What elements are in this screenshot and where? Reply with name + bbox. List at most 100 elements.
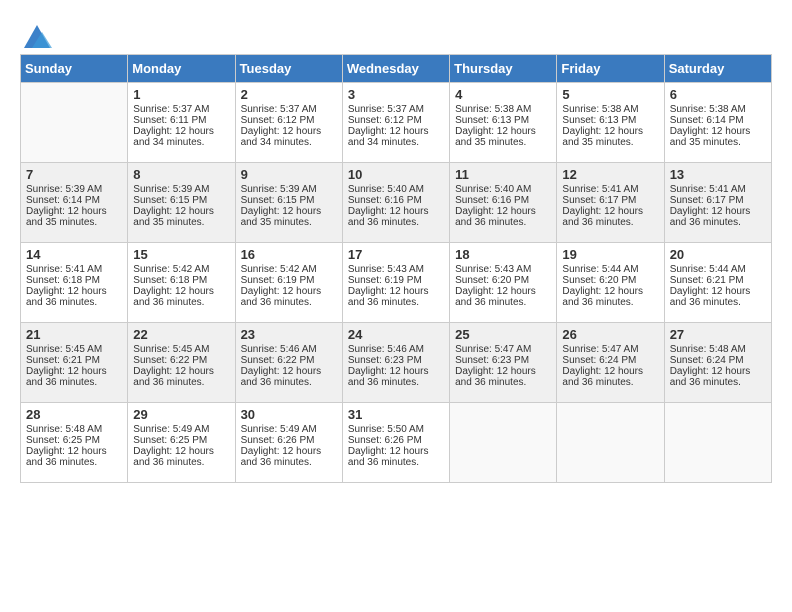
sunset-text: Sunset: 6:18 PM (133, 275, 229, 286)
sunset-text: Sunset: 6:25 PM (133, 435, 229, 446)
day-number: 13 (670, 167, 766, 182)
day-number: 17 (348, 247, 444, 262)
sunset-text: Sunset: 6:16 PM (455, 195, 551, 206)
sunset-text: Sunset: 6:24 PM (562, 355, 658, 366)
daylight-text: Daylight: 12 hours and 34 minutes. (241, 126, 337, 148)
sunset-text: Sunset: 6:16 PM (348, 195, 444, 206)
calendar-day-cell: 1Sunrise: 5:37 AMSunset: 6:11 PMDaylight… (128, 83, 235, 163)
sunrise-text: Sunrise: 5:39 AM (26, 184, 122, 195)
calendar-week-row: 21Sunrise: 5:45 AMSunset: 6:21 PMDayligh… (21, 323, 772, 403)
sunset-text: Sunset: 6:26 PM (348, 435, 444, 446)
calendar-header-row: SundayMondayTuesdayWednesdayThursdayFrid… (21, 55, 772, 83)
sunrise-text: Sunrise: 5:45 AM (26, 344, 122, 355)
daylight-text: Daylight: 12 hours and 36 minutes. (241, 446, 337, 468)
calendar-day-cell: 14 Sunrise: 5:41 AMSunset: 6:18 PMDayligh… (21, 243, 128, 323)
day-number: 10 (348, 167, 444, 182)
sunrise-text: Sunrise: 5:47 AM (562, 344, 658, 355)
daylight-text: Daylight: 12 hours and 35 minutes. (670, 126, 766, 148)
daylight-text: Daylight: 12 hours and 35 minutes. (455, 126, 551, 148)
day-number: 3 (348, 87, 444, 102)
sunset-text: Sunset: 6:17 PM (562, 195, 658, 206)
calendar-day-cell: 26Sunrise: 5:47 AMSunset: 6:24 PMDayligh… (557, 323, 664, 403)
calendar-day-cell: 3Sunrise: 5:37 AMSunset: 6:12 PMDaylight… (342, 83, 449, 163)
day-header-thursday: Thursday (450, 55, 557, 83)
calendar-day-cell (664, 403, 771, 483)
calendar-day-cell: 15 Sunrise: 5:42 AMSunset: 6:18 PMDayligh… (128, 243, 235, 323)
calendar-day-cell: 29Sunrise: 5:49 AMSunset: 6:25 PMDayligh… (128, 403, 235, 483)
daylight-text: Daylight: 12 hours and 36 minutes. (455, 286, 551, 308)
sunset-text: Sunset: 6:19 PM (241, 275, 337, 286)
sunrise-text: Sunrise: 5:42 AM (133, 264, 229, 275)
daylight-text: Daylight: 12 hours and 36 minutes. (348, 366, 444, 388)
daylight-text: Daylight: 12 hours and 36 minutes. (670, 366, 766, 388)
sunset-text: Sunset: 6:22 PM (241, 355, 337, 366)
sunset-text: Sunset: 6:14 PM (670, 115, 766, 126)
sunset-text: Sunset: 6:14 PM (26, 195, 122, 206)
day-number: 18 (455, 247, 551, 262)
sunset-text: Sunset: 6:18 PM (26, 275, 122, 286)
sunrise-text: Sunrise: 5:47 AM (455, 344, 551, 355)
daylight-text: Daylight: 12 hours and 36 minutes. (455, 366, 551, 388)
page-header (20, 20, 772, 44)
daylight-text: Daylight: 12 hours and 36 minutes. (241, 366, 337, 388)
sunset-text: Sunset: 6:15 PM (241, 195, 337, 206)
sunrise-text: Sunrise: 5:38 AM (455, 104, 551, 115)
sunrise-text: Sunrise: 5:39 AM (133, 184, 229, 195)
sunrise-text: Sunrise: 5:46 AM (348, 344, 444, 355)
calendar-week-row: 14Sunrise: 5:41 AMSunset: 6:18 PMDayligh… (21, 243, 772, 323)
sunrise-text: Sunrise: 5:50 AM (348, 424, 444, 435)
daylight-text: Daylight: 12 hours and 35 minutes. (133, 206, 229, 228)
sunset-text: Sunset: 6:13 PM (562, 115, 658, 126)
day-header-saturday: Saturday (664, 55, 771, 83)
daylight-text: Daylight: 12 hours and 36 minutes. (26, 286, 122, 308)
day-number: 9 (241, 167, 337, 182)
calendar-day-cell: 9Sunrise: 5:39 AMSunset: 6:15 PMDaylight… (235, 163, 342, 243)
calendar-day-cell (557, 403, 664, 483)
sunset-text: Sunset: 6:21 PM (26, 355, 122, 366)
sunset-text: Sunset: 6:17 PM (670, 195, 766, 206)
calendar-day-cell (21, 83, 128, 163)
calendar-day-cell: 31Sunrise: 5:50 AMSunset: 6:26 PMDayligh… (342, 403, 449, 483)
daylight-text: Daylight: 12 hours and 36 minutes. (133, 446, 229, 468)
daylight-text: Daylight: 12 hours and 36 minutes. (562, 206, 658, 228)
day-number: 14 (26, 247, 122, 262)
daylight-text: Daylight: 12 hours and 36 minutes. (133, 286, 229, 308)
day-number: 23 (241, 327, 337, 342)
sunset-text: Sunset: 6:12 PM (241, 115, 337, 126)
calendar-day-cell: 19Sunrise: 5:44 AMSunset: 6:20 PMDayligh… (557, 243, 664, 323)
day-number: 29 (133, 407, 229, 422)
daylight-text: Daylight: 12 hours and 36 minutes. (455, 206, 551, 228)
sunrise-text: Sunrise: 5:41 AM (670, 184, 766, 195)
daylight-text: Daylight: 12 hours and 36 minutes. (26, 366, 122, 388)
calendar-week-row: 1Sunrise: 5:37 AMSunset: 6:11 PMDaylight… (21, 83, 772, 163)
sunset-text: Sunset: 6:25 PM (26, 435, 122, 446)
daylight-text: Daylight: 12 hours and 36 minutes. (348, 206, 444, 228)
sunrise-text: Sunrise: 5:37 AM (133, 104, 229, 115)
calendar-day-cell: 27Sunrise: 5:48 AMSunset: 6:24 PMDayligh… (664, 323, 771, 403)
day-number: 2 (241, 87, 337, 102)
day-number: 12 (562, 167, 658, 182)
daylight-text: Daylight: 12 hours and 36 minutes. (562, 286, 658, 308)
sunrise-text: Sunrise: 5:39 AM (241, 184, 337, 195)
day-number: 30 (241, 407, 337, 422)
day-number: 15 (133, 247, 229, 262)
sunrise-text: Sunrise: 5:41 AM (562, 184, 658, 195)
sunset-text: Sunset: 6:20 PM (562, 275, 658, 286)
day-number: 6 (670, 87, 766, 102)
day-number: 1 (133, 87, 229, 102)
calendar-day-cell: 21Sunrise: 5:45 AMSunset: 6:21 PMDayligh… (21, 323, 128, 403)
daylight-text: Daylight: 12 hours and 36 minutes. (562, 366, 658, 388)
sunrise-text: Sunrise: 5:40 AM (348, 184, 444, 195)
day-header-friday: Friday (557, 55, 664, 83)
logo-icon (22, 20, 52, 50)
day-number: 24 (348, 327, 444, 342)
sunrise-text: Sunrise: 5:45 AM (133, 344, 229, 355)
daylight-text: Daylight: 12 hours and 34 minutes. (133, 126, 229, 148)
calendar-day-cell: 10 Sunrise: 5:40 AMSunset: 6:16 PMDayligh… (342, 163, 449, 243)
day-header-sunday: Sunday (21, 55, 128, 83)
calendar-week-row: 7Sunrise: 5:39 AMSunset: 6:14 PMDaylight… (21, 163, 772, 243)
sunrise-text: Sunrise: 5:40 AM (455, 184, 551, 195)
sunset-text: Sunset: 6:20 PM (455, 275, 551, 286)
calendar-day-cell: 7Sunrise: 5:39 AMSunset: 6:14 PMDaylight… (21, 163, 128, 243)
sunrise-text: Sunrise: 5:41 AM (26, 264, 122, 275)
